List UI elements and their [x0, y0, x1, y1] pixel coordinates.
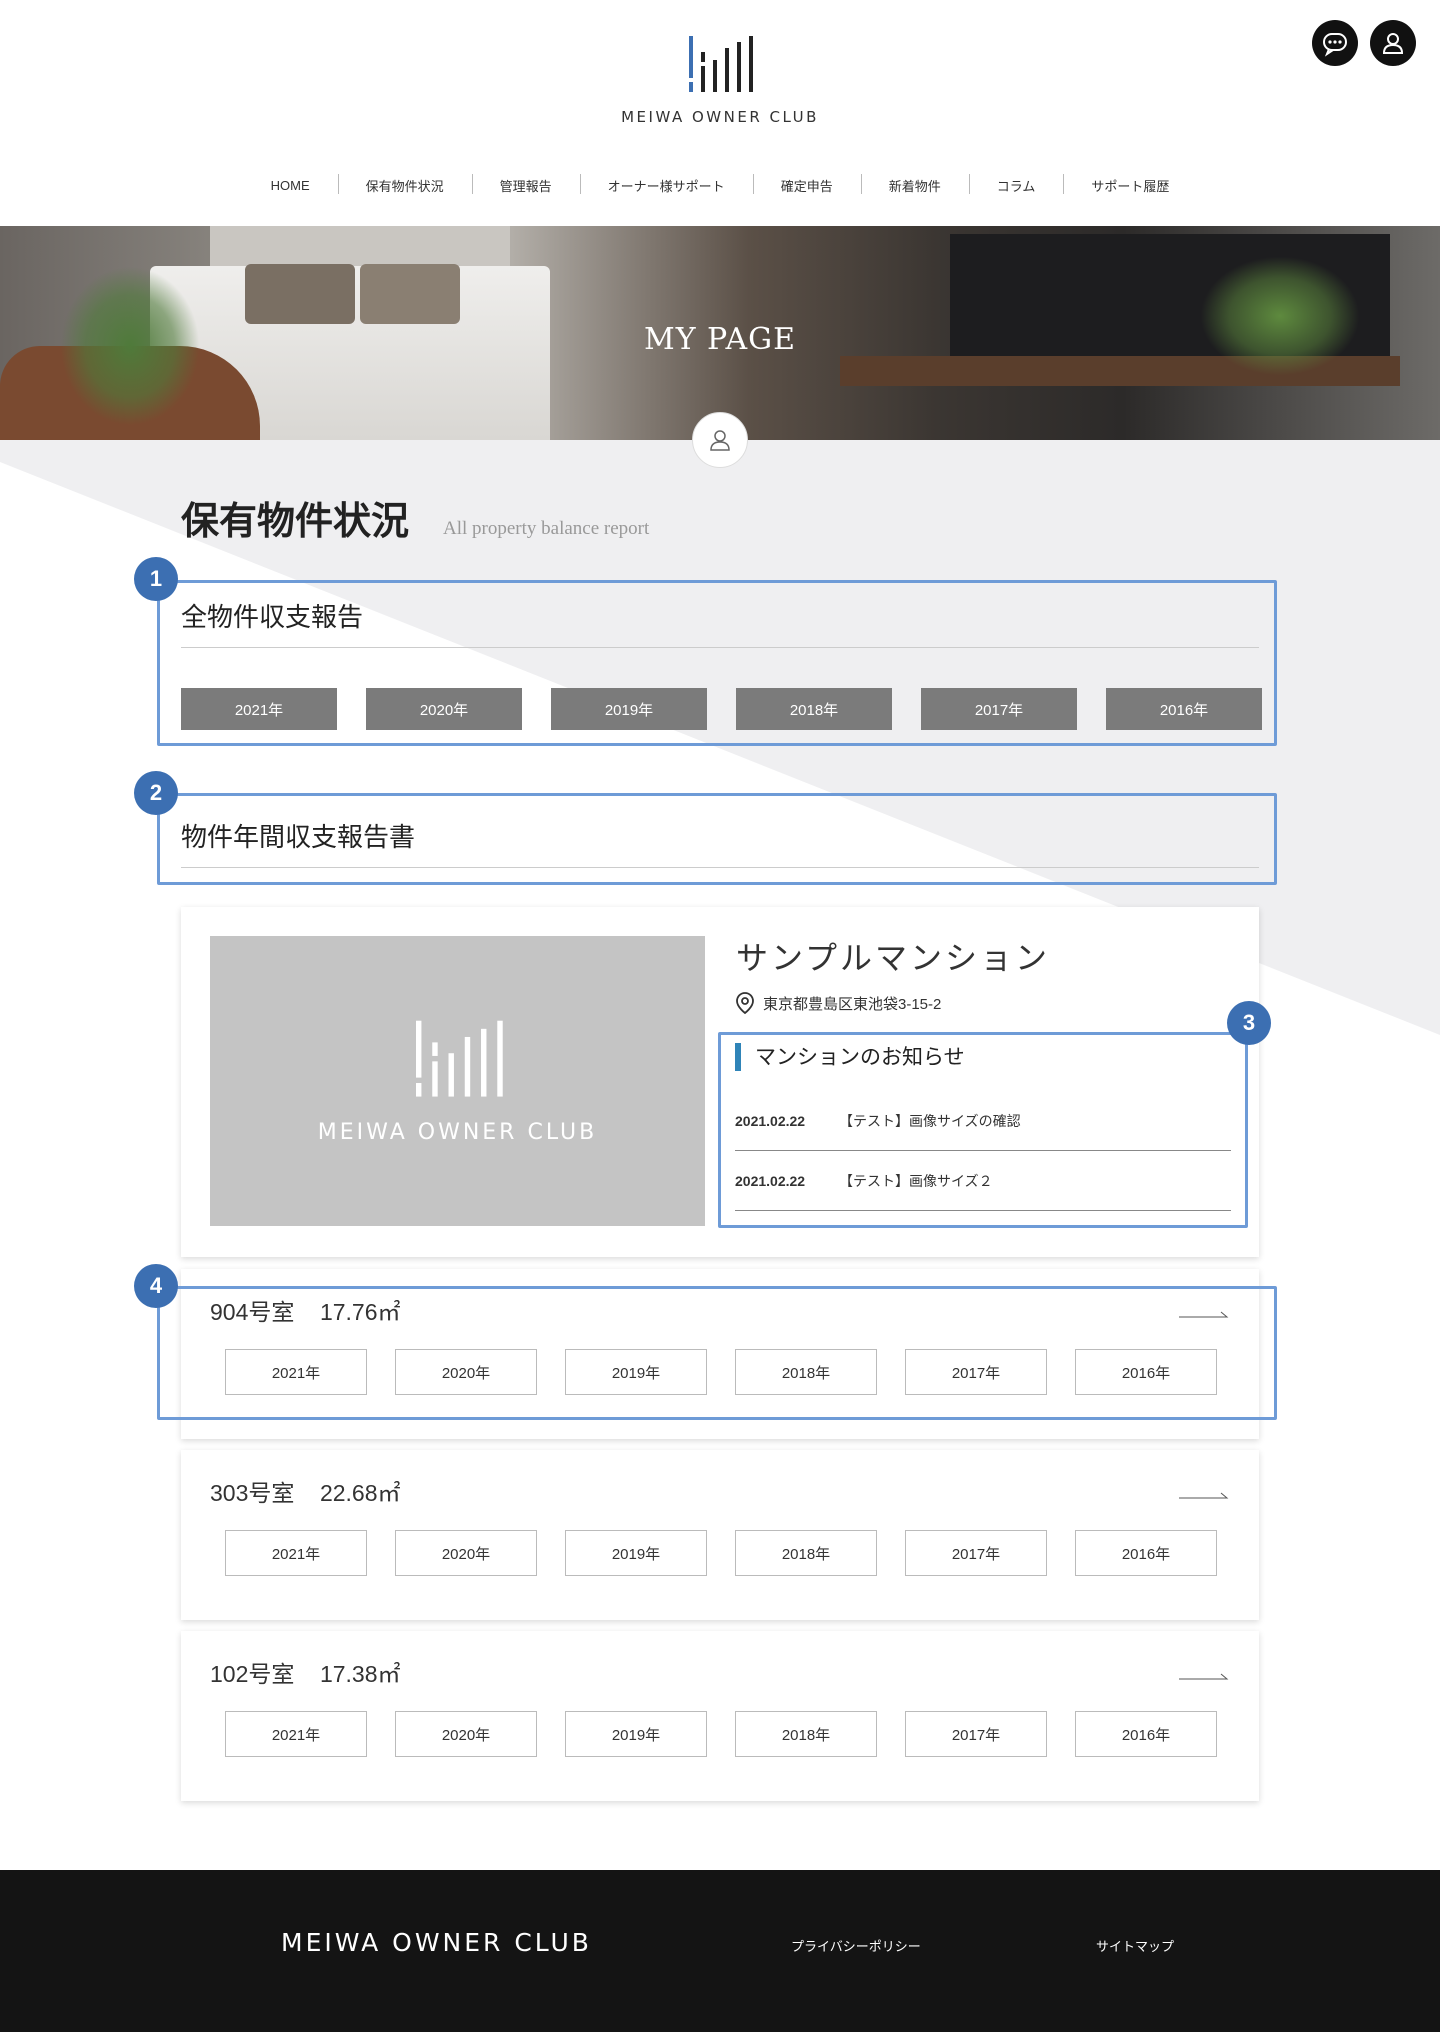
page-heading: 保有物件状況 All property balance report	[181, 490, 649, 545]
arrow-right-icon[interactable]	[1179, 1492, 1229, 1500]
mansion-notice-heading: マンションのお知らせ	[735, 1043, 965, 1071]
footer-link-sitemap[interactable]: サイトマップ	[1096, 1936, 1174, 1955]
property-card: MEIWA OWNER CLUB サンプルマンション 東京都豊島区東池袋3-15…	[181, 907, 1259, 1257]
image-logo-text: MEIWA OWNER CLUB	[317, 1119, 598, 1145]
notice-date: 2021.02.22	[735, 1172, 806, 1189]
unit-year-button-2021[interactable]: 2021年	[225, 1349, 367, 1395]
main-content: 保有物件状況 All property balance report 全物件収支…	[0, 440, 1440, 1870]
property-name: サンプルマンション	[736, 939, 1051, 977]
arrow-right-icon[interactable]	[1179, 1673, 1229, 1681]
notice-item[interactable]: 2021.02.22 【テスト】画像サイズ２	[735, 1151, 1231, 1211]
logo-mark-icon	[689, 36, 753, 92]
page-subtitle: All property balance report	[443, 518, 650, 539]
year-button-2020[interactable]: 2020年	[366, 688, 522, 730]
divider	[181, 867, 1259, 868]
arrow-right-icon[interactable]	[1179, 1311, 1229, 1319]
footer-logo[interactable]: MEIWA OWNER CLUB	[281, 1928, 592, 1957]
address-text: 東京都豊島区東池袋3-15-2	[763, 995, 942, 1013]
unit-year-button-2019[interactable]: 2019年	[565, 1530, 707, 1576]
unit-year-buttons: 2021年 2020年 2019年 2018年 2017年 2016年	[225, 1530, 1217, 1576]
user-outline-icon	[710, 430, 730, 451]
user-button[interactable]	[1370, 20, 1416, 66]
unit-card: 904号室 17.76㎡ 2021年 2020年 2019年 2018年 201…	[181, 1269, 1259, 1439]
annotation-badge-1: 1	[134, 557, 178, 601]
hero-photo-part	[360, 264, 460, 324]
unit-year-button-2018[interactable]: 2018年	[735, 1711, 877, 1757]
nav-owned-properties[interactable]: 保有物件状況	[337, 174, 472, 195]
map-pin-icon	[736, 992, 754, 1015]
divider	[181, 647, 1259, 648]
unit-year-button-2017[interactable]: 2017年	[905, 1711, 1047, 1757]
unit-year-button-2016[interactable]: 2016年	[1075, 1349, 1217, 1395]
site-header: MEIWA OWNER CLUB HOME 保有物件状況 管理報告 オーナー様サ…	[0, 0, 1440, 226]
unit-year-button-2016[interactable]: 2016年	[1075, 1711, 1217, 1757]
unit-year-button-2018[interactable]: 2018年	[735, 1530, 877, 1576]
unit-year-button-2017[interactable]: 2017年	[905, 1530, 1047, 1576]
footer-link-privacy[interactable]: プライバシーポリシー	[791, 1936, 921, 1955]
nav-tax-return[interactable]: 確定申告	[752, 174, 861, 195]
hero-banner: MY PAGE	[0, 226, 1440, 440]
year-button-2019[interactable]: 2019年	[551, 688, 707, 730]
all-properties-report-title: 全物件収支報告	[181, 603, 364, 633]
property-address: 東京都豊島区東池袋3-15-2	[735, 991, 941, 1015]
notice-date: 2021.02.22	[735, 1112, 806, 1129]
notice-item[interactable]: 2021.02.22 【テスト】画像サイズの確認	[735, 1091, 1231, 1151]
unit-year-button-2016[interactable]: 2016年	[1075, 1530, 1217, 1576]
nav-new-properties[interactable]: 新着物件	[860, 174, 969, 195]
chat-button[interactable]	[1312, 20, 1358, 66]
hero-photo-part	[1200, 256, 1360, 376]
unit-year-button-2021[interactable]: 2021年	[225, 1711, 367, 1757]
notice-text: 【テスト】画像サイズの確認	[839, 1112, 1021, 1129]
nav-support-history[interactable]: サポート履歴	[1063, 174, 1197, 195]
unit-room: 303号室	[210, 1480, 295, 1506]
site-logo[interactable]: MEIWA OWNER CLUB	[620, 34, 820, 126]
annual-report-title: 物件年間収支報告書	[181, 823, 416, 853]
global-nav: HOME 保有物件状況 管理報告 オーナー様サポート 確定申告 新着物件 コラム…	[0, 174, 1440, 195]
unit-card: 102号室 17.38㎡ 2021年 2020年 2019年 2018年 201…	[181, 1631, 1259, 1801]
unit-year-button-2020[interactable]: 2020年	[395, 1711, 537, 1757]
unit-year-buttons: 2021年 2020年 2019年 2018年 2017年 2016年	[225, 1349, 1217, 1395]
year-button-2017[interactable]: 2017年	[921, 688, 1077, 730]
hero-title: MY PAGE	[643, 322, 797, 357]
chat-icon	[1323, 33, 1347, 57]
annotation-badge-2: 2	[134, 771, 178, 815]
logo-mark-icon	[415, 1020, 503, 1097]
hero-photo-part	[245, 264, 355, 324]
nav-column[interactable]: コラム	[968, 174, 1064, 195]
nav-home[interactable]: HOME	[243, 178, 338, 193]
year-button-2018[interactable]: 2018年	[736, 688, 892, 730]
unit-room: 102号室	[210, 1661, 295, 1687]
unit-year-button-2020[interactable]: 2020年	[395, 1349, 537, 1395]
unit-year-button-2017[interactable]: 2017年	[905, 1349, 1047, 1395]
unit-title: 904号室 17.76㎡	[210, 1293, 401, 1327]
property-image-placeholder: MEIWA OWNER CLUB	[210, 936, 705, 1226]
unit-year-buttons: 2021年 2020年 2019年 2018年 2017年 2016年	[225, 1711, 1217, 1757]
all-report-year-buttons: 2021年 2020年 2019年 2018年 2017年 2016年	[181, 688, 1262, 730]
unit-area: 17.76㎡	[319, 1299, 401, 1325]
logo-text: MEIWA OWNER CLUB	[621, 108, 819, 126]
year-button-2016[interactable]: 2016年	[1106, 688, 1262, 730]
unit-title: 303号室 22.68㎡	[210, 1474, 401, 1508]
profile-avatar	[692, 412, 748, 468]
unit-year-button-2019[interactable]: 2019年	[565, 1711, 707, 1757]
page-title: 保有物件状況	[181, 498, 410, 543]
year-button-2021[interactable]: 2021年	[181, 688, 337, 730]
annotation-badge-3: 3	[1227, 1001, 1271, 1045]
unit-room: 904号室	[210, 1299, 295, 1325]
unit-card: 303号室 22.68㎡ 2021年 2020年 2019年 2018年 201…	[181, 1450, 1259, 1620]
unit-year-button-2019[interactable]: 2019年	[565, 1349, 707, 1395]
unit-area: 17.38㎡	[319, 1661, 401, 1687]
notice-text: 【テスト】画像サイズ２	[839, 1172, 993, 1189]
unit-year-button-2021[interactable]: 2021年	[225, 1530, 367, 1576]
annotation-badge-4: 4	[134, 1264, 178, 1308]
unit-year-button-2018[interactable]: 2018年	[735, 1349, 877, 1395]
user-icon	[1382, 33, 1404, 54]
nav-owner-support[interactable]: オーナー様サポート	[579, 174, 753, 195]
nav-management-report[interactable]: 管理報告	[471, 174, 580, 195]
unit-year-button-2020[interactable]: 2020年	[395, 1530, 537, 1576]
site-footer: MEIWA OWNER CLUB プライバシーポリシー サイトマップ	[0, 1870, 1440, 2032]
unit-title: 102号室 17.38㎡	[210, 1655, 401, 1689]
unit-area: 22.68㎡	[319, 1480, 401, 1506]
